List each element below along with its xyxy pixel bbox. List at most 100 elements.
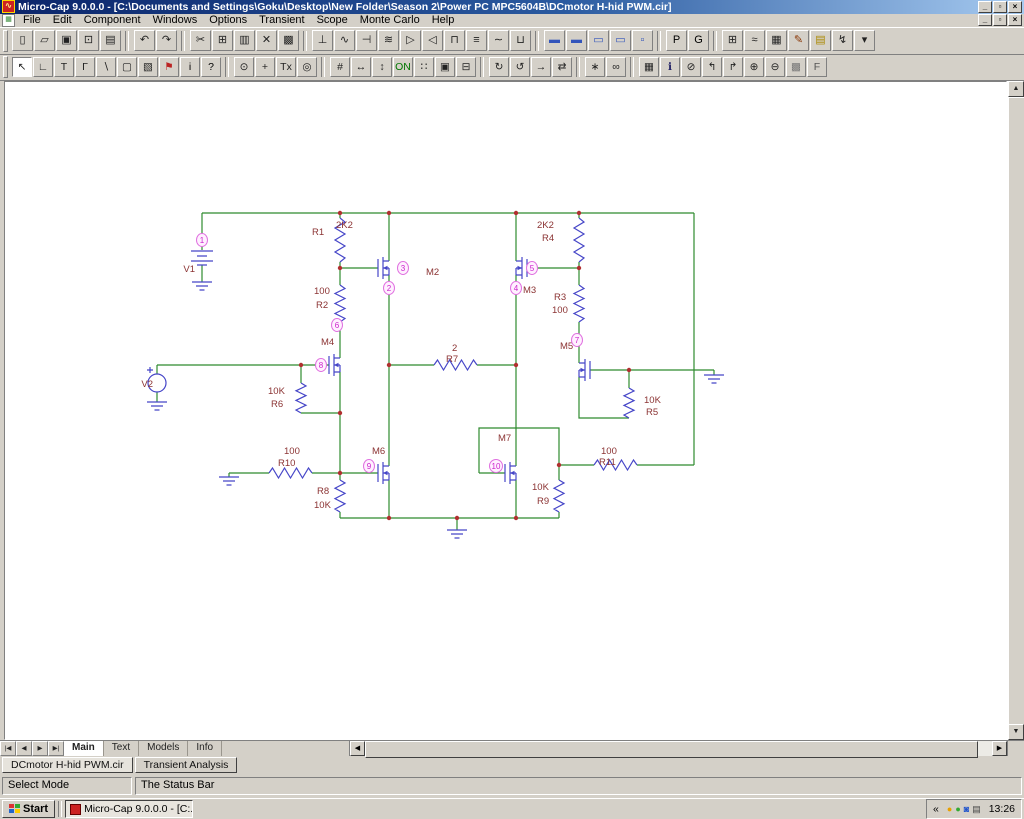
open-file-button[interactable]: ▱	[34, 30, 55, 52]
menu-help[interactable]: Help	[426, 13, 461, 27]
save-button[interactable]: ▣	[56, 30, 77, 52]
text-grid-button[interactable]: Tx	[276, 57, 296, 78]
menu-file[interactable]: File	[17, 13, 47, 27]
tray-icon-network[interactable]: ●	[955, 804, 960, 814]
scroll-left-button[interactable]: ◀	[350, 741, 365, 756]
horizontal-scroll-thumb[interactable]	[365, 741, 978, 758]
taskbar-task-button[interactable]: Micro-Cap 9.0.0.0 - [C:...	[65, 800, 194, 818]
paste-button[interactable]: ▥	[234, 30, 255, 52]
line-mode-button[interactable]: ∖	[96, 57, 116, 78]
scroll-up-button[interactable]: ▲	[1008, 81, 1024, 97]
info-mode-button[interactable]: i	[180, 57, 200, 78]
menu-transient[interactable]: Transient	[253, 13, 310, 27]
menu-scope[interactable]: Scope	[311, 13, 354, 27]
menu-options[interactable]: Options	[203, 13, 253, 27]
window-ac-button[interactable]: ▬	[566, 30, 587, 52]
no-connect-button[interactable]: ⊘	[681, 57, 701, 78]
probe-letter-button[interactable]: P	[666, 30, 687, 52]
measure-h-button[interactable]: ↔	[351, 57, 371, 78]
sheet-tab-info[interactable]: Info	[188, 741, 223, 756]
node-numbers-button[interactable]: #	[330, 57, 350, 78]
wire-diagonal-mode-button[interactable]: Γ	[75, 57, 95, 78]
vertical-scrollbar[interactable]: ▲ ▼	[1007, 81, 1024, 740]
ground-symbol-v1[interactable]	[192, 281, 212, 291]
ground-symbol-v2[interactable]	[147, 401, 167, 411]
select-all-button[interactable]: ▩	[278, 30, 299, 52]
cut-button[interactable]: ✂	[190, 30, 211, 52]
resistor-R8[interactable]	[333, 479, 347, 513]
menu-monte-carlo[interactable]: Monte Carlo	[354, 13, 426, 27]
minimize-button[interactable]: _	[978, 0, 992, 13]
mosfet-M5[interactable]	[578, 359, 591, 381]
text-mode-button[interactable]: T	[54, 57, 74, 78]
component-transistor-button[interactable]: ◁	[422, 30, 443, 52]
redo-button[interactable]: ↷	[156, 30, 177, 52]
step-button[interactable]: →	[531, 57, 551, 78]
tray-icon-volume[interactable]: ◙	[964, 804, 969, 814]
window-text-button[interactable]: ▫	[632, 30, 653, 52]
wire-mode-button[interactable]: ∟	[33, 57, 53, 78]
component-pulse-source-button[interactable]: ⊔	[510, 30, 531, 52]
flag-mode-button[interactable]: ⚑	[159, 57, 179, 78]
node-snap-button[interactable]: ⊙	[234, 57, 254, 78]
undo-button[interactable]: ↶	[134, 30, 155, 52]
go-letter-button[interactable]: G	[688, 30, 709, 52]
sheet-tab-main[interactable]: Main	[64, 741, 104, 756]
component-capacitor-button[interactable]: ⊣	[356, 30, 377, 52]
scroll-right-button[interactable]: ▶	[992, 741, 1007, 756]
resistor-R5[interactable]	[622, 387, 636, 419]
calculator-button[interactable]: ▦	[766, 30, 787, 52]
resistor-R3[interactable]	[572, 284, 586, 323]
back-button[interactable]: ↺	[510, 57, 530, 78]
window-tile-button[interactable]: ▦	[639, 57, 659, 78]
sheet-tab-models[interactable]: Models	[139, 741, 189, 756]
help-mode-button[interactable]: ?	[201, 57, 221, 78]
pin-connect-button[interactable]: +	[255, 57, 275, 78]
resistor-R9[interactable]	[552, 479, 566, 513]
find-component-button[interactable]: ∞	[606, 57, 626, 78]
mosfet-M6[interactable]	[377, 462, 390, 484]
window-schematic-button[interactable]: ▭	[610, 30, 631, 52]
redraw-button[interactable]: ↻	[489, 57, 509, 78]
window-transient-button[interactable]: ▬	[544, 30, 565, 52]
tray-icon-keyboard[interactable]: ▤	[972, 804, 981, 814]
schematic-svg[interactable]: V1 V2 R1 2K2 100 R2 2K2 R4 R3 100 2 R7 1…	[5, 82, 1006, 739]
copy-button[interactable]: ⊞	[212, 30, 233, 52]
pattern-mode-button[interactable]: ▧	[138, 57, 158, 78]
menu-edit[interactable]: Edit	[47, 13, 78, 27]
tray-icon-update[interactable]: ●	[947, 804, 952, 814]
zoom-in-button[interactable]: ⊕	[744, 57, 764, 78]
mdi-close-button[interactable]: ×	[1008, 14, 1022, 27]
measure-v-button[interactable]: ↕	[372, 57, 392, 78]
component-sine-source-button[interactable]: ∼	[488, 30, 509, 52]
resistor-R10[interactable]	[268, 466, 313, 480]
app-icon[interactable]: ∿	[2, 0, 15, 14]
file-tab-dcmotor[interactable]: DCmotor H-hid PWM.cir	[2, 757, 133, 773]
mdi-restore-button[interactable]: ▫	[993, 14, 1007, 27]
image-button[interactable]: ▩	[786, 57, 806, 78]
probe-tool-button[interactable]: ↯	[832, 30, 853, 52]
document-icon[interactable]: ▦	[2, 13, 15, 27]
help-f-button[interactable]: F	[807, 57, 827, 78]
dot-grid-button[interactable]: ∷	[414, 57, 434, 78]
scroll-down-button[interactable]: ▼	[1008, 724, 1024, 740]
component-inductor-button[interactable]: ≋	[378, 30, 399, 52]
menu-component[interactable]: Component	[78, 13, 147, 27]
ground-symbol-bottom[interactable]	[447, 529, 467, 539]
find-button[interactable]: ∗	[585, 57, 605, 78]
ground-symbol-left[interactable]	[219, 476, 239, 486]
grid-button[interactable]: ⊞	[722, 30, 743, 52]
select-mode-button[interactable]: ↖	[12, 57, 32, 78]
mosfet-M3[interactable]	[515, 257, 528, 279]
waveform-button[interactable]: ≈	[744, 30, 765, 52]
sheet-tab-text[interactable]: Text	[104, 741, 140, 756]
component-ground-button[interactable]: ⊥	[312, 30, 333, 52]
toolbar-grip[interactable]	[3, 56, 8, 79]
close-button[interactable]: ×	[1008, 0, 1022, 13]
horizontal-scrollbar[interactable]: ◀ ▶	[350, 741, 1007, 758]
prev-sheet-button[interactable]: ◀	[16, 741, 32, 756]
resistor-R4[interactable]	[572, 217, 586, 263]
mosfet-M7[interactable]	[504, 462, 517, 484]
border-button[interactable]: ▣	[435, 57, 455, 78]
component-mosfet-button[interactable]: ⊓	[444, 30, 465, 52]
